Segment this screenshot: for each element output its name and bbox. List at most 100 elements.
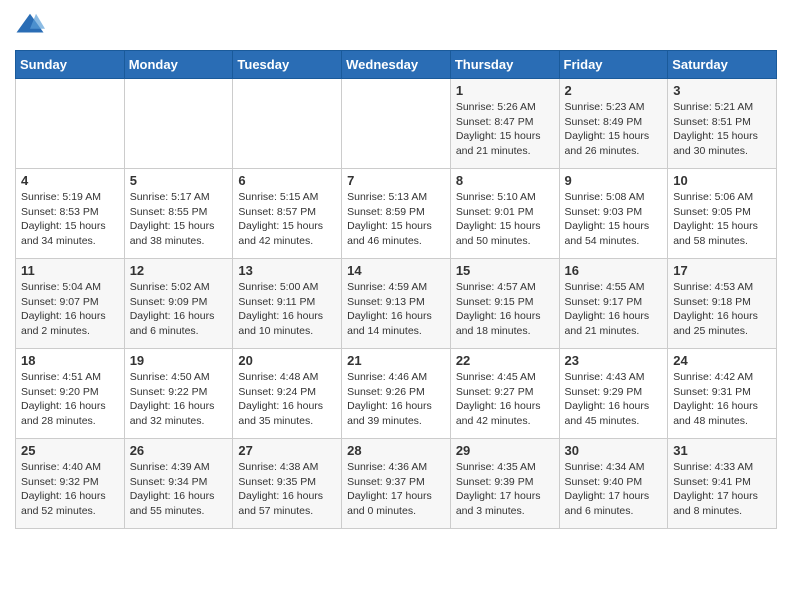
calendar-cell: 5Sunrise: 5:17 AM Sunset: 8:55 PM Daylig… [124, 169, 233, 259]
calendar-cell: 1 Sunrise: 5:26 AM Sunset: 8:47 PM Daylig… [450, 79, 559, 169]
day-number: 12 [130, 263, 228, 278]
cell-info: Sunrise: 5:13 AM Sunset: 8:59 PM Dayligh… [347, 190, 445, 249]
cell-info: Sunrise: 4:39 AM Sunset: 9:34 PM Dayligh… [130, 460, 228, 519]
day-number: 3 [673, 83, 771, 98]
calendar-cell: 12 Sunrise: 5:02 AM Sunset: 9:09 PM Dayli… [124, 259, 233, 349]
cell-info: Sunrise: 4:57 AM Sunset: 9:15 PM Dayligh… [456, 280, 554, 339]
day-number: 1 [456, 83, 554, 98]
cell-info: Sunrise: 4:35 AM Sunset: 9:39 PM Dayligh… [456, 460, 554, 519]
calendar-cell: 13 Sunrise: 5:00 AM Sunset: 9:11 PM Dayli… [233, 259, 342, 349]
cell-info: Sunrise: 5:26 AM Sunset: 8:47 PM Dayligh… [456, 100, 554, 159]
calendar-cell: 27 Sunrise: 4:38 AM Sunset: 9:35 PM Dayli… [233, 439, 342, 529]
day-number: 18 [21, 353, 119, 368]
calendar-cell: 15 Sunrise: 4:57 AM Sunset: 9:15 PM Dayli… [450, 259, 559, 349]
day-number: 30 [565, 443, 663, 458]
calendar-cell [124, 79, 233, 169]
cell-info: Sunrise: 4:55 AM Sunset: 9:17 PM Dayligh… [565, 280, 663, 339]
day-number: 16 [565, 263, 663, 278]
header-cell-wednesday: Wednesday [342, 51, 451, 79]
calendar-cell: 26 Sunrise: 4:39 AM Sunset: 9:34 PM Dayli… [124, 439, 233, 529]
day-number: 31 [673, 443, 771, 458]
cell-info: Sunrise: 5:10 AM Sunset: 9:01 PM Dayligh… [456, 190, 554, 249]
header-cell-saturday: Saturday [668, 51, 777, 79]
day-number: 15 [456, 263, 554, 278]
calendar-cell: 25 Sunrise: 4:40 AM Sunset: 9:32 PM Dayli… [16, 439, 125, 529]
day-number: 8 [456, 173, 554, 188]
day-number: 25 [21, 443, 119, 458]
cell-info: Sunrise: 5:15 AM Sunset: 8:57 PM Dayligh… [238, 190, 336, 249]
day-number: 24 [673, 353, 771, 368]
calendar-cell: 16 Sunrise: 4:55 AM Sunset: 9:17 PM Dayli… [559, 259, 668, 349]
calendar-cell: 22Sunrise: 4:45 AM Sunset: 9:27 PM Dayli… [450, 349, 559, 439]
calendar-cell: 21Sunrise: 4:46 AM Sunset: 9:26 PM Dayli… [342, 349, 451, 439]
cell-info: Sunrise: 4:38 AM Sunset: 9:35 PM Dayligh… [238, 460, 336, 519]
cell-info: Sunrise: 5:21 AM Sunset: 8:51 PM Dayligh… [673, 100, 771, 159]
day-number: 13 [238, 263, 336, 278]
calendar-cell: 28 Sunrise: 4:36 AM Sunset: 9:37 PM Dayli… [342, 439, 451, 529]
cell-info: Sunrise: 4:46 AM Sunset: 9:26 PM Dayligh… [347, 370, 445, 429]
day-number: 10 [673, 173, 771, 188]
calendar-cell: 17Sunrise: 4:53 AM Sunset: 9:18 PM Dayli… [668, 259, 777, 349]
cell-info: Sunrise: 4:48 AM Sunset: 9:24 PM Dayligh… [238, 370, 336, 429]
cell-info: Sunrise: 5:06 AM Sunset: 9:05 PM Dayligh… [673, 190, 771, 249]
day-number: 26 [130, 443, 228, 458]
day-number: 9 [565, 173, 663, 188]
header-cell-thursday: Thursday [450, 51, 559, 79]
day-number: 4 [21, 173, 119, 188]
logo-icon [15, 10, 45, 40]
cell-info: Sunrise: 5:00 AM Sunset: 9:11 PM Dayligh… [238, 280, 336, 339]
day-number: 11 [21, 263, 119, 278]
calendar-body: 1 Sunrise: 5:26 AM Sunset: 8:47 PM Daylig… [16, 79, 777, 529]
header-row: SundayMondayTuesdayWednesdayThursdayFrid… [16, 51, 777, 79]
cell-info: Sunrise: 4:42 AM Sunset: 9:31 PM Dayligh… [673, 370, 771, 429]
cell-info: Sunrise: 4:33 AM Sunset: 9:41 PM Dayligh… [673, 460, 771, 519]
calendar-cell: 24 Sunrise: 4:42 AM Sunset: 9:31 PM Dayli… [668, 349, 777, 439]
calendar-cell: 31 Sunrise: 4:33 AM Sunset: 9:41 PM Dayli… [668, 439, 777, 529]
cell-info: Sunrise: 5:19 AM Sunset: 8:53 PM Dayligh… [21, 190, 119, 249]
cell-info: Sunrise: 5:02 AM Sunset: 9:09 PM Dayligh… [130, 280, 228, 339]
calendar-cell: 20 Sunrise: 4:48 AM Sunset: 9:24 PM Dayli… [233, 349, 342, 439]
header-cell-monday: Monday [124, 51, 233, 79]
day-number: 2 [565, 83, 663, 98]
page-header [15, 10, 777, 40]
calendar-cell: 9Sunrise: 5:08 AM Sunset: 9:03 PM Daylig… [559, 169, 668, 259]
calendar-table: SundayMondayTuesdayWednesdayThursdayFrid… [15, 50, 777, 529]
calendar-cell: 19Sunrise: 4:50 AM Sunset: 9:22 PM Dayli… [124, 349, 233, 439]
cell-info: Sunrise: 4:50 AM Sunset: 9:22 PM Dayligh… [130, 370, 228, 429]
day-number: 20 [238, 353, 336, 368]
calendar-cell: 3 Sunrise: 5:21 AM Sunset: 8:51 PM Daylig… [668, 79, 777, 169]
calendar-week-2: 4 Sunrise: 5:19 AM Sunset: 8:53 PM Daylig… [16, 169, 777, 259]
calendar-cell: 18 Sunrise: 4:51 AM Sunset: 9:20 PM Dayli… [16, 349, 125, 439]
day-number: 27 [238, 443, 336, 458]
cell-info: Sunrise: 4:34 AM Sunset: 9:40 PM Dayligh… [565, 460, 663, 519]
header-cell-tuesday: Tuesday [233, 51, 342, 79]
day-number: 14 [347, 263, 445, 278]
day-number: 7 [347, 173, 445, 188]
calendar-week-3: 11 Sunrise: 5:04 AM Sunset: 9:07 PM Dayli… [16, 259, 777, 349]
calendar-cell: 23Sunrise: 4:43 AM Sunset: 9:29 PM Dayli… [559, 349, 668, 439]
calendar-cell: 7 Sunrise: 5:13 AM Sunset: 8:59 PM Daylig… [342, 169, 451, 259]
header-cell-friday: Friday [559, 51, 668, 79]
calendar-cell: 4 Sunrise: 5:19 AM Sunset: 8:53 PM Daylig… [16, 169, 125, 259]
cell-info: Sunrise: 4:51 AM Sunset: 9:20 PM Dayligh… [21, 370, 119, 429]
calendar-cell: 8 Sunrise: 5:10 AM Sunset: 9:01 PM Daylig… [450, 169, 559, 259]
calendar-cell [342, 79, 451, 169]
day-number: 29 [456, 443, 554, 458]
calendar-cell: 30 Sunrise: 4:34 AM Sunset: 9:40 PM Dayli… [559, 439, 668, 529]
calendar-week-4: 18 Sunrise: 4:51 AM Sunset: 9:20 PM Dayli… [16, 349, 777, 439]
cell-info: Sunrise: 4:36 AM Sunset: 9:37 PM Dayligh… [347, 460, 445, 519]
calendar-week-1: 1 Sunrise: 5:26 AM Sunset: 8:47 PM Daylig… [16, 79, 777, 169]
cell-info: Sunrise: 5:17 AM Sunset: 8:55 PM Dayligh… [130, 190, 228, 249]
calendar-cell: 29 Sunrise: 4:35 AM Sunset: 9:39 PM Dayli… [450, 439, 559, 529]
logo [15, 10, 47, 40]
cell-info: Sunrise: 4:53 AM Sunset: 9:18 PM Dayligh… [673, 280, 771, 339]
calendar-cell: 6Sunrise: 5:15 AM Sunset: 8:57 PM Daylig… [233, 169, 342, 259]
day-number: 28 [347, 443, 445, 458]
cell-info: Sunrise: 4:40 AM Sunset: 9:32 PM Dayligh… [21, 460, 119, 519]
calendar-week-5: 25 Sunrise: 4:40 AM Sunset: 9:32 PM Dayli… [16, 439, 777, 529]
cell-info: Sunrise: 5:04 AM Sunset: 9:07 PM Dayligh… [21, 280, 119, 339]
cell-info: Sunrise: 4:59 AM Sunset: 9:13 PM Dayligh… [347, 280, 445, 339]
day-number: 23 [565, 353, 663, 368]
cell-info: Sunrise: 4:45 AM Sunset: 9:27 PM Dayligh… [456, 370, 554, 429]
cell-info: Sunrise: 5:23 AM Sunset: 8:49 PM Dayligh… [565, 100, 663, 159]
